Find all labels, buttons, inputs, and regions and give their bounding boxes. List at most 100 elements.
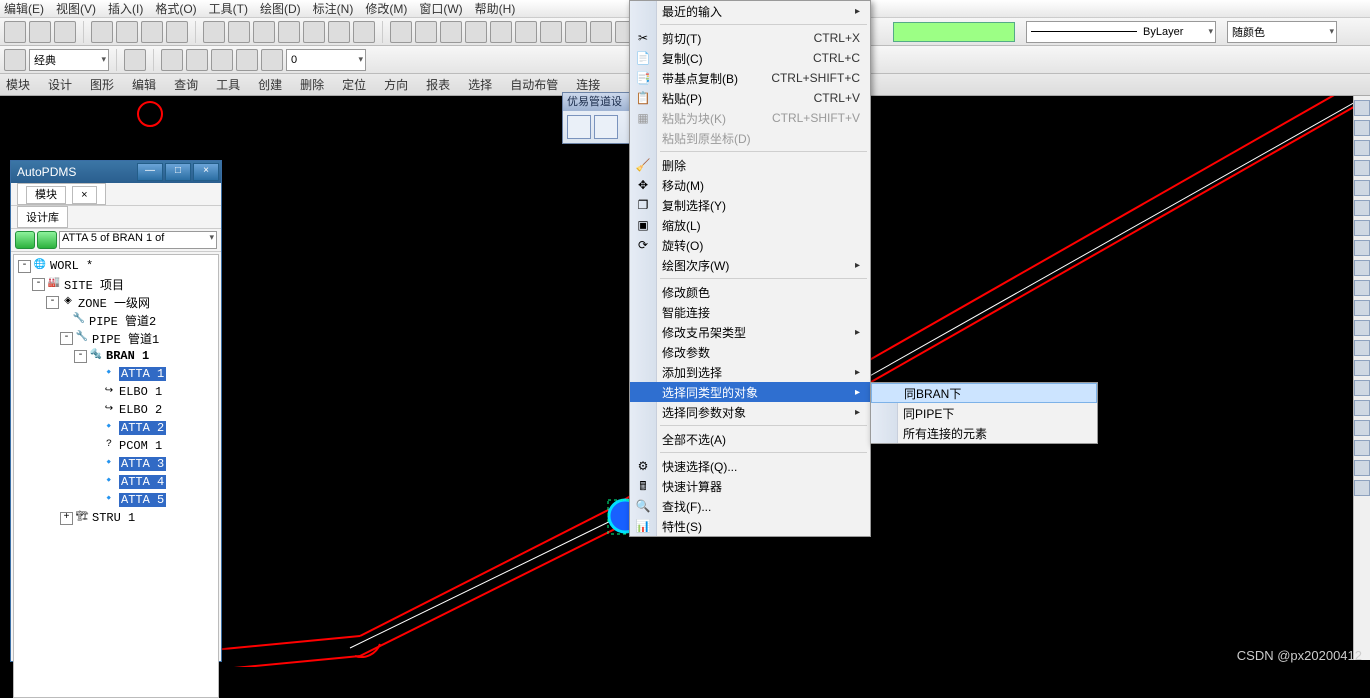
rtool-20[interactable] [1354,480,1370,496]
sm-all-connected[interactable]: 所有连接的元素 [871,423,1097,443]
rtool-3[interactable] [1354,140,1370,156]
tree-node-atta2[interactable]: 🔹 ATTA 2 [14,419,218,437]
cm-recent-input[interactable]: 最近的输入▸ [630,1,870,21]
rtool-13[interactable] [1354,340,1370,356]
rtool-18[interactable] [1354,440,1370,456]
tab-create[interactable]: 创建 [258,76,282,93]
paste-icon[interactable] [166,21,188,43]
text-icon[interactable] [490,21,512,43]
zoomext-icon[interactable] [353,21,375,43]
layer-number-selector[interactable]: 0 [286,49,366,71]
search-box[interactable] [893,22,1015,42]
cm-addtosel[interactable]: 添加到选择▸ [630,362,870,382]
tree-node-atta5[interactable]: 🔹 ATTA 5 [14,491,218,509]
nav-back-button[interactable] [15,231,35,249]
cm-draworder[interactable]: 绘图次序(W)▸ [630,255,870,275]
menu-tools[interactable]: 工具(T) [209,0,248,17]
scheme-selector[interactable]: 经典 [29,49,109,71]
module-tab[interactable]: 模块 × [17,183,106,205]
tab-delete[interactable]: 删除 [300,76,324,93]
cm-modcolor[interactable]: 修改颜色 [630,282,870,302]
expander-icon[interactable]: - [18,260,31,273]
tree-node-worl[interactable]: - 🌐 WORL * [14,257,218,275]
floating-panel[interactable]: 优易管道设计 [562,92,631,144]
tree-node-pcom1[interactable]: ? PCOM 1 [14,437,218,455]
design-tree[interactable]: - 🌐 WORL * - 🏭 SITE 项目 - ◈ ZONE 一级网 🔧 PI… [13,254,219,698]
copy-icon[interactable] [141,21,163,43]
tab-select[interactable]: 选择 [468,76,492,93]
cm-paste[interactable]: 📋 粘贴(P)CTRL+V [630,88,870,108]
menu-format[interactable]: 格式(O) [155,0,196,17]
cm-seltype[interactable]: 选择同类型的对象▸ [630,382,870,402]
rtool-11[interactable] [1354,300,1370,316]
cm-delete[interactable]: 🧹 删除 [630,155,870,175]
cm-quickcalc[interactable]: 🖩 快速计算器 [630,476,870,496]
tool-a-icon[interactable] [590,21,612,43]
tree-node-atta1[interactable]: 🔹 ATTA 1 [14,365,218,383]
tab-graphics[interactable]: 图形 [90,76,114,93]
menu-dim[interactable]: 标注(N) [313,0,354,17]
expander-icon[interactable]: + [60,512,73,525]
expander-icon[interactable]: - [60,332,73,345]
print-icon[interactable] [91,21,113,43]
context-submenu[interactable]: 同BRAN下 同PIPE下 所有连接的元素 [870,382,1098,444]
rtool-9[interactable] [1354,260,1370,276]
open-icon[interactable] [29,21,51,43]
rtool-19[interactable] [1354,460,1370,476]
rtool-12[interactable] [1354,320,1370,336]
rtool-5[interactable] [1354,180,1370,196]
rtool-10[interactable] [1354,280,1370,296]
cm-modsupport[interactable]: 修改支吊架类型▸ [630,322,870,342]
rtool-14[interactable] [1354,360,1370,376]
cm-rotate[interactable]: ⟳ 旋转(O) [630,235,870,255]
tab-design[interactable]: 设计 [48,76,72,93]
cm-scale[interactable]: ▣ 缩放(L) [630,215,870,235]
tree-node-bran1[interactable]: - 🔩 BRAN 1 [14,347,218,365]
rtool-6[interactable] [1354,200,1370,216]
nav-fwd-button[interactable] [37,231,57,249]
menu-edit[interactable]: 编辑(E) [4,0,44,17]
new-icon[interactable] [4,21,26,43]
close-button[interactable]: × [193,163,219,181]
rtool-8[interactable] [1354,240,1370,256]
pan-icon[interactable] [278,21,300,43]
menu-window[interactable]: 窗口(W) [419,0,462,17]
module-tab-close[interactable]: × [72,186,96,204]
tree-node-zone[interactable]: - ◈ ZONE 一级网 [14,293,218,311]
linetype-selector[interactable]: ByLayer [1026,21,1216,43]
menu-help[interactable]: 帮助(H) [475,0,516,17]
freeze-icon[interactable] [211,49,233,71]
rtool-2[interactable] [1354,120,1370,136]
design-tab[interactable]: 设计库 [17,206,68,228]
cut-icon[interactable] [116,21,138,43]
tree-node-pipe1[interactable]: - 🔧 PIPE 管道1 [14,329,218,347]
tab-autoroute[interactable]: 自动布管 [510,76,558,93]
tree-node-atta3[interactable]: 🔹 ATTA 3 [14,455,218,473]
undo-icon[interactable] [203,21,225,43]
menu-view[interactable]: 视图(V) [56,0,96,17]
rtool-7[interactable] [1354,220,1370,236]
hatch-icon[interactable] [540,21,562,43]
cm-cut[interactable]: ✂ 剪切(T)CTRL+X [630,28,870,48]
color-selector[interactable]: 随颜色 [1227,21,1337,43]
zoom-icon[interactable] [303,21,325,43]
gear-icon[interactable] [4,49,26,71]
cm-deselectall[interactable]: 全部不选(A) [630,429,870,449]
cm-copy-base[interactable]: 📑 带基点复制(B)CTRL+SHIFT+C [630,68,870,88]
breadcrumb[interactable]: ATTA 5 of BRAN 1 of [59,231,217,249]
color-icon[interactable] [440,21,462,43]
panel-titlebar[interactable]: AutoPDMS — □ × [11,161,221,183]
zoomwin-icon[interactable] [328,21,350,43]
context-menu[interactable]: 最近的输入▸ ✂ 剪切(T)CTRL+X 📄 复制(C)CTRL+C 📑 带基点… [629,0,871,537]
layer2-icon[interactable] [261,49,283,71]
tree-node-pipe2[interactable]: 🔧 PIPE 管道2 [14,311,218,329]
match-icon[interactable] [253,21,275,43]
tree-node-stru1[interactable]: + 🏗 STRU 1 [14,509,218,527]
tab-report[interactable]: 报表 [426,76,450,93]
dim-icon[interactable] [465,21,487,43]
rtool-15[interactable] [1354,380,1370,396]
panel-btn-1[interactable] [567,115,591,139]
expander-icon[interactable]: - [74,350,87,363]
minimize-button[interactable]: — [137,163,163,181]
expander-icon[interactable]: - [46,296,59,309]
